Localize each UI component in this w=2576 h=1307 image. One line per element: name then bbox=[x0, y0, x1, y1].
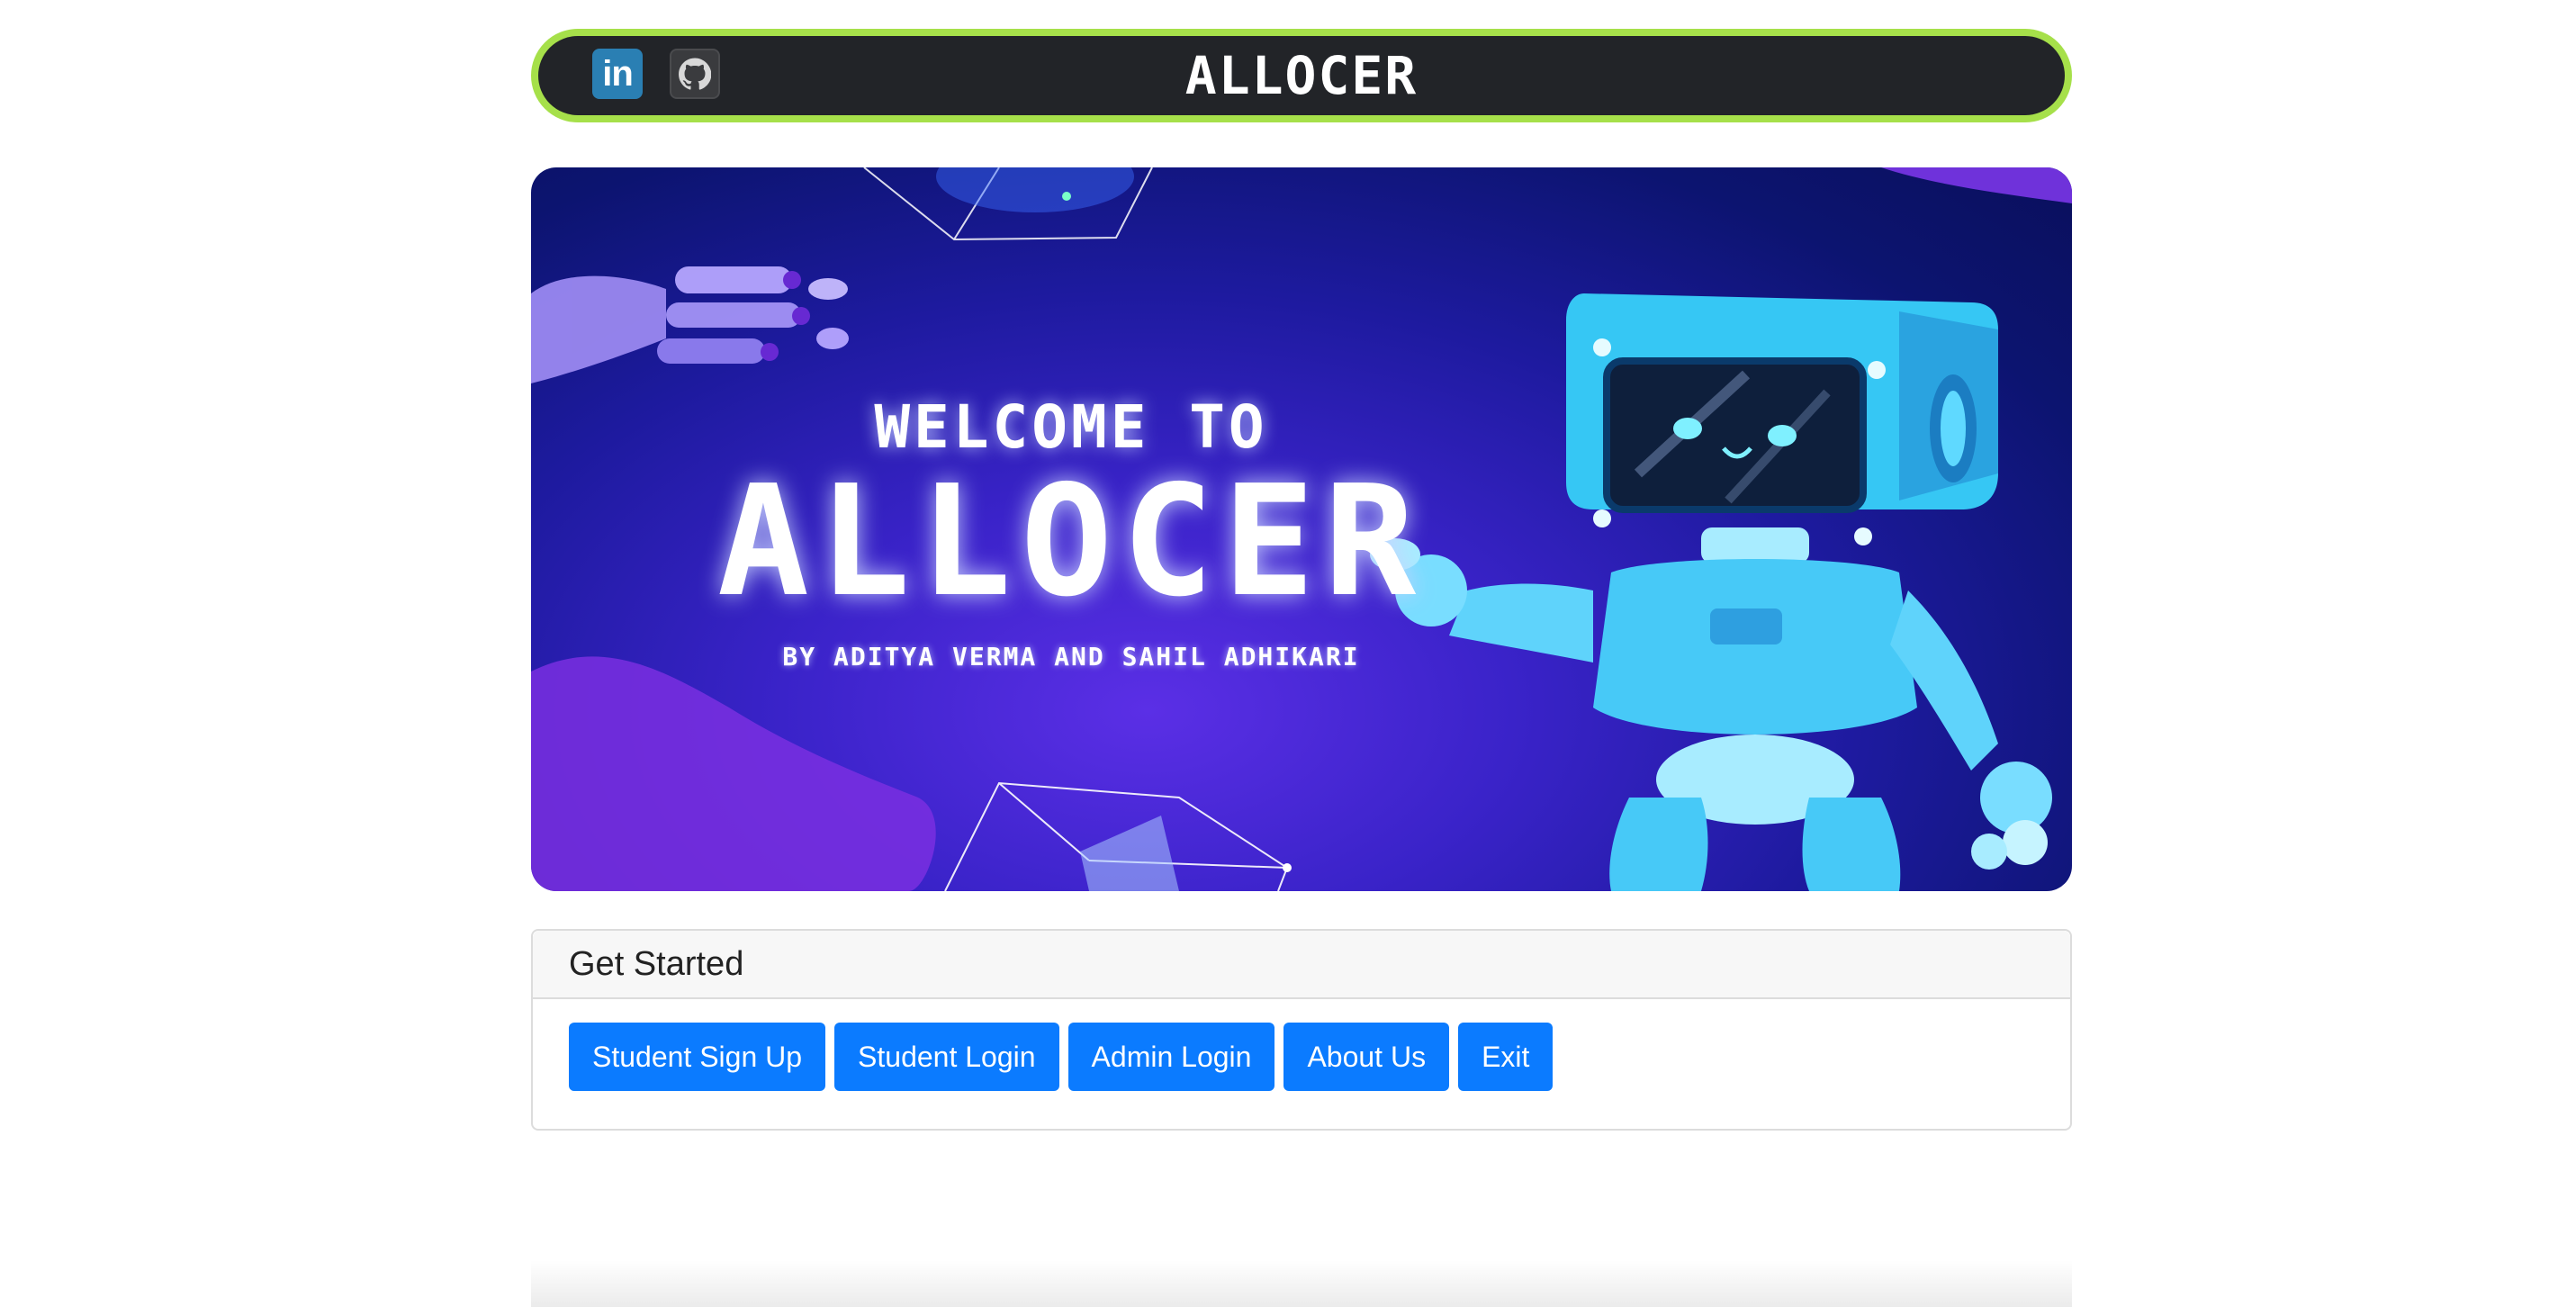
about-us-button[interactable]: About Us bbox=[1283, 1023, 1450, 1091]
student-sign-up-button[interactable]: Student Sign Up bbox=[569, 1023, 826, 1091]
main-container: in ALLOCER WELCOME TO ALLOCER BY ADITYA … bbox=[531, 29, 2072, 1131]
hero-title: ALLOCER bbox=[716, 453, 1426, 631]
get-started-card: Get Started Student Sign Up Student Logi… bbox=[531, 929, 2072, 1131]
footer-shadow bbox=[531, 1260, 2072, 1307]
hero-welcome-text: WELCOME TO bbox=[874, 392, 1268, 462]
robot-hand bbox=[531, 266, 849, 383]
card-body: Student Sign Up Student Login Admin Logi… bbox=[533, 999, 2070, 1129]
top-navbar: in ALLOCER bbox=[531, 29, 2072, 122]
navbar-brand[interactable]: ALLOCER bbox=[538, 45, 2065, 106]
hero-text-block: WELCOME TO ALLOCER BY ADITYA VERMA AND S… bbox=[648, 392, 1494, 672]
card-header: Get Started bbox=[533, 931, 2070, 999]
hero-banner: WELCOME TO ALLOCER BY ADITYA VERMA AND S… bbox=[531, 167, 2072, 891]
hero-byline: BY ADITYA VERMA AND SAHIL ADHIKARI bbox=[782, 642, 1360, 672]
exit-button[interactable]: Exit bbox=[1458, 1023, 1554, 1091]
admin-login-button[interactable]: Admin Login bbox=[1067, 1023, 1275, 1091]
student-login-button[interactable]: Student Login bbox=[834, 1023, 1059, 1091]
